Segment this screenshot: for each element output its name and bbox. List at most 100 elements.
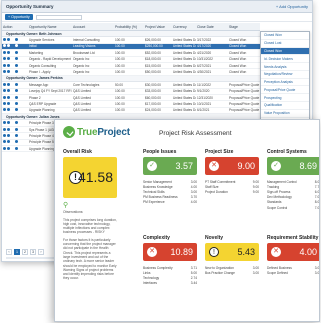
delete-icon[interactable]	[7, 57, 10, 61]
stage-option[interactable]: Proposal/Price Quote	[261, 86, 309, 95]
column-header[interactable]: Stage	[228, 25, 260, 29]
expand-icon[interactable]	[15, 82, 18, 86]
delete-icon[interactable]	[7, 44, 10, 48]
delete-icon[interactable]	[7, 133, 10, 137]
expand-icon[interactable]	[15, 70, 18, 74]
edit-icon[interactable]	[3, 82, 6, 86]
edit-icon[interactable]	[3, 57, 6, 61]
table-cell[interactable]: Lovejoy Q4 FY Sept 2017 RFI	[28, 89, 72, 93]
table-cell[interactable]: Organic Consulting	[28, 64, 72, 68]
table-cell[interactable]: Message App	[28, 83, 72, 87]
expand-icon[interactable]	[15, 146, 18, 150]
delete-icon[interactable]	[7, 121, 10, 125]
edit-icon[interactable]	[3, 38, 6, 42]
table-cell[interactable]: Upgrade Planning	[28, 108, 72, 112]
column-header[interactable]: Opportunity Name	[28, 25, 72, 29]
edit-icon[interactable]	[3, 127, 6, 131]
table-cell[interactable]: Upgrade Services	[28, 38, 72, 42]
score-box-size[interactable]: ✕ 9.00	[205, 157, 259, 175]
table-cell[interactable]: Initial	[28, 44, 72, 48]
delete-icon[interactable]	[7, 108, 10, 112]
score-box-complexity[interactable]: ✕ 10.89	[143, 243, 197, 261]
expand-icon[interactable]	[15, 127, 18, 131]
expand-icon[interactable]	[15, 44, 18, 48]
delete-icon[interactable]	[7, 82, 10, 86]
delete-icon[interactable]	[7, 63, 10, 67]
delete-icon[interactable]	[7, 89, 10, 93]
column-header[interactable]: Action	[2, 25, 14, 29]
score-box-stability[interactable]: ✕ 4.00	[267, 243, 319, 261]
stage-option[interactable]: Id. Decision Makers	[261, 55, 309, 64]
delete-icon[interactable]	[7, 101, 10, 105]
table-cell[interactable]: Phase 2	[28, 96, 72, 100]
column-header[interactable]: Currency	[172, 25, 196, 29]
table-cell	[2, 63, 14, 68]
stage-option[interactable]: Closed Won	[261, 32, 309, 40]
delete-icon[interactable]	[7, 140, 10, 144]
stage-option[interactable]: Prospecting	[261, 94, 309, 103]
score-box-control[interactable]: ✓ 8.69	[267, 157, 319, 175]
next-page-button[interactable]: ›	[38, 249, 44, 255]
edit-icon[interactable]	[3, 133, 6, 137]
stage-option[interactable]: Qualification	[261, 102, 309, 110]
edit-icon[interactable]	[3, 101, 6, 105]
delete-icon[interactable]	[7, 127, 10, 131]
edit-icon[interactable]	[3, 50, 6, 54]
score-box-novelty[interactable]: ! 5.43	[205, 243, 259, 261]
expand-icon[interactable]	[15, 63, 18, 67]
edit-icon[interactable]	[3, 95, 6, 99]
page-button[interactable]: 1	[14, 249, 20, 255]
table-cell: $250,000.00	[145, 44, 163, 49]
delete-icon[interactable]	[7, 146, 10, 150]
edit-icon[interactable]	[3, 146, 6, 150]
page-button[interactable]: 3	[30, 249, 36, 255]
expand-icon[interactable]	[15, 38, 18, 42]
stage-option[interactable]: Value Proposition	[261, 110, 309, 118]
expand-icon[interactable]	[15, 57, 18, 61]
table-cell[interactable]: Phase I - Apply	[28, 70, 72, 74]
column-header[interactable]: Account	[72, 25, 114, 29]
add-opportunity-link[interactable]: + Add Opportunity	[276, 4, 308, 9]
edit-icon[interactable]	[3, 108, 6, 112]
new-opportunity-button[interactable]: + Opportunity	[5, 14, 33, 20]
stage-option[interactable]: Negotiation/Review	[261, 71, 309, 79]
stage-dropdown[interactable]: Closed Won Closed Lost Closed Won Id. Decis…	[260, 31, 310, 131]
edit-icon[interactable]	[3, 44, 6, 48]
table-cell[interactable]: Q&S ERP Upgrade	[28, 102, 72, 106]
page-button[interactable]: 2	[22, 249, 28, 255]
delete-icon[interactable]	[7, 95, 10, 99]
expand-icon[interactable]	[15, 95, 18, 99]
delete-icon[interactable]	[7, 50, 10, 54]
table-cell[interactable]: Organic - Rapid Development	[28, 57, 72, 61]
factor-score: 3.00	[252, 270, 259, 275]
stage-option[interactable]: Needs Analysis	[261, 63, 309, 71]
table-cell	[14, 121, 28, 125]
delete-icon[interactable]	[7, 70, 10, 74]
expand-icon[interactable]	[15, 108, 18, 112]
stage-option[interactable]: Perception Analysis	[261, 79, 309, 87]
table-cell: Brooksmart Ltd	[73, 50, 95, 55]
delete-icon[interactable]	[7, 38, 10, 42]
expand-icon[interactable]	[15, 89, 18, 93]
score-box-people[interactable]: ✓ 3.57	[143, 157, 197, 175]
expand-icon[interactable]	[15, 133, 18, 137]
stage-option[interactable]: Closed Won	[261, 47, 309, 56]
edit-icon[interactable]	[3, 63, 6, 67]
expand-icon[interactable]	[15, 101, 18, 105]
edit-icon[interactable]	[3, 140, 6, 144]
edit-icon[interactable]	[3, 89, 6, 93]
prev-page-button[interactable]: ‹	[6, 249, 12, 255]
table-cell[interactable]: Marketing	[28, 51, 72, 55]
edit-icon[interactable]	[3, 70, 6, 74]
stage-option[interactable]: Closed Lost	[261, 40, 309, 48]
table-cell: 100.00	[115, 108, 125, 113]
edit-icon[interactable]	[3, 121, 6, 125]
column-header[interactable]: Close Date	[196, 25, 228, 29]
expand-icon[interactable]	[15, 50, 18, 54]
column-header[interactable]: Project Value	[144, 25, 172, 29]
column-header[interactable]: Probability (%)	[114, 25, 144, 29]
expand-icon[interactable]	[15, 140, 18, 144]
table-cell: $15,000.00	[145, 63, 161, 68]
expand-icon[interactable]	[15, 121, 18, 125]
search-input[interactable]	[35, 14, 82, 20]
